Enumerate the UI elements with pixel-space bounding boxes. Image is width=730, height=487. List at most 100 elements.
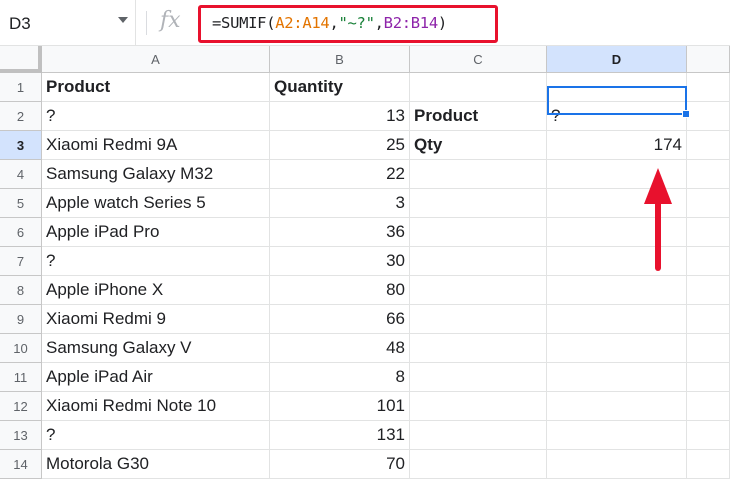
cell-c4[interactable] (410, 160, 547, 189)
cell-d3[interactable]: 174 (547, 131, 687, 160)
cell-e5[interactable] (687, 189, 730, 218)
cell-e12[interactable] (687, 392, 730, 421)
cell-a3[interactable]: Xiaomi Redmi 9A (42, 131, 270, 160)
cell-c2[interactable]: Product (410, 102, 547, 131)
cell-e10[interactable] (687, 334, 730, 363)
cell-e14[interactable] (687, 450, 730, 479)
cell-c6[interactable] (410, 218, 547, 247)
selected-cell-outline (547, 86, 687, 115)
cell-b10[interactable]: 48 (270, 334, 410, 363)
cell-c11[interactable] (410, 363, 547, 392)
row-header[interactable]: 13 (0, 421, 42, 450)
fill-handle[interactable] (682, 110, 690, 118)
row-header[interactable]: 5 (0, 189, 42, 218)
cell-d10[interactable] (547, 334, 687, 363)
cell-d8[interactable] (547, 276, 687, 305)
cell-c7[interactable] (410, 247, 547, 276)
red-arrow-annotation (644, 168, 672, 271)
cell-a12[interactable]: Xiaomi Redmi Note 10 (42, 392, 270, 421)
cell-b8[interactable]: 80 (270, 276, 410, 305)
name-box[interactable]: D3 (0, 0, 136, 46)
formula-part: , (374, 14, 384, 32)
formula-part: ) (437, 14, 447, 32)
cell-e11[interactable] (687, 363, 730, 392)
formula-part: A2:A14 (275, 14, 330, 32)
cell-c14[interactable] (410, 450, 547, 479)
cell-b6[interactable]: 36 (270, 218, 410, 247)
cell-b9[interactable]: 66 (270, 305, 410, 334)
cell-a9[interactable]: Xiaomi Redmi 9 (42, 305, 270, 334)
cell-b5[interactable]: 3 (270, 189, 410, 218)
cell-a5[interactable]: Apple watch Series 5 (42, 189, 270, 218)
formula-part: B2:B14 (383, 14, 439, 32)
cell-b12[interactable]: 101 (270, 392, 410, 421)
row-header[interactable]: 2 (0, 102, 42, 131)
cell-d13[interactable] (547, 421, 687, 450)
fx-icon: fx (160, 8, 181, 33)
row-header[interactable]: 4 (0, 160, 42, 189)
formula-bar-area: D3 fx =SUMIF(A2:A14,"~?",B2:B14) (0, 0, 730, 46)
cell-b7[interactable]: 30 (270, 247, 410, 276)
cell-e13[interactable] (687, 421, 730, 450)
column-header-b[interactable]: B (270, 46, 410, 73)
cell-e3[interactable] (687, 131, 730, 160)
cell-d14[interactable] (547, 450, 687, 479)
cell-c13[interactable] (410, 421, 547, 450)
row-header[interactable]: 11 (0, 363, 42, 392)
cell-e1[interactable] (687, 73, 730, 102)
row-header[interactable]: 9 (0, 305, 42, 334)
cell-a13[interactable]: ? (42, 421, 270, 450)
cell-b3[interactable]: 25 (270, 131, 410, 160)
row-header[interactable]: 7 (0, 247, 42, 276)
formula-text: =SUMIF(A2:A14,"~?",B2:B14) (212, 14, 447, 32)
select-all-corner[interactable] (0, 46, 42, 73)
cell-a11[interactable]: Apple iPad Air (42, 363, 270, 392)
row-header[interactable]: 8 (0, 276, 42, 305)
row-header[interactable]: 1 (0, 73, 42, 102)
cell-d12[interactable] (547, 392, 687, 421)
cell-b13[interactable]: 131 (270, 421, 410, 450)
cell-a6[interactable]: Apple iPad Pro (42, 218, 270, 247)
cell-e6[interactable] (687, 218, 730, 247)
cell-c3[interactable]: Qty (410, 131, 547, 160)
cell-b1[interactable]: Quantity (270, 73, 410, 102)
cell-c9[interactable] (410, 305, 547, 334)
cell-e2[interactable] (687, 102, 730, 131)
cell-a2[interactable]: ? (42, 102, 270, 131)
cell-b4[interactable]: 22 (270, 160, 410, 189)
row-header[interactable]: 6 (0, 218, 42, 247)
cell-e4[interactable] (687, 160, 730, 189)
cell-a1[interactable]: Product (42, 73, 270, 102)
formula-input[interactable]: =SUMIF(A2:A14,"~?",B2:B14) (198, 5, 498, 43)
cell-a14[interactable]: Motorola G30 (42, 450, 270, 479)
row-header[interactable]: 3 (0, 131, 42, 160)
column-header-a[interactable]: A (42, 46, 270, 73)
column-header-d[interactable]: D (547, 46, 687, 73)
cell-a7[interactable]: ? (42, 247, 270, 276)
cell-c10[interactable] (410, 334, 547, 363)
cell-a8[interactable]: Apple iPhone X (42, 276, 270, 305)
cell-c12[interactable] (410, 392, 547, 421)
cell-e9[interactable] (687, 305, 730, 334)
cell-a4[interactable]: Samsung Galaxy M32 (42, 160, 270, 189)
row-header[interactable]: 10 (0, 334, 42, 363)
row-header[interactable]: 12 (0, 392, 42, 421)
row-header[interactable]: 14 (0, 450, 42, 479)
cell-b2[interactable]: 13 (270, 102, 410, 131)
cell-d9[interactable] (547, 305, 687, 334)
cell-d11[interactable] (547, 363, 687, 392)
column-header-e[interactable] (687, 46, 730, 73)
cell-c1[interactable] (410, 73, 547, 102)
cell-b11[interactable]: 8 (270, 363, 410, 392)
name-box-ref: D3 (9, 14, 31, 33)
formula-divider (146, 11, 147, 35)
formula-part: =SUMIF( (212, 14, 276, 32)
cell-e8[interactable] (687, 276, 730, 305)
cell-b14[interactable]: 70 (270, 450, 410, 479)
cell-c8[interactable] (410, 276, 547, 305)
cell-c5[interactable] (410, 189, 547, 218)
chevron-down-icon[interactable] (118, 17, 128, 23)
column-header-c[interactable]: C (410, 46, 547, 73)
cell-e7[interactable] (687, 247, 730, 276)
cell-a10[interactable]: Samsung Galaxy V (42, 334, 270, 363)
